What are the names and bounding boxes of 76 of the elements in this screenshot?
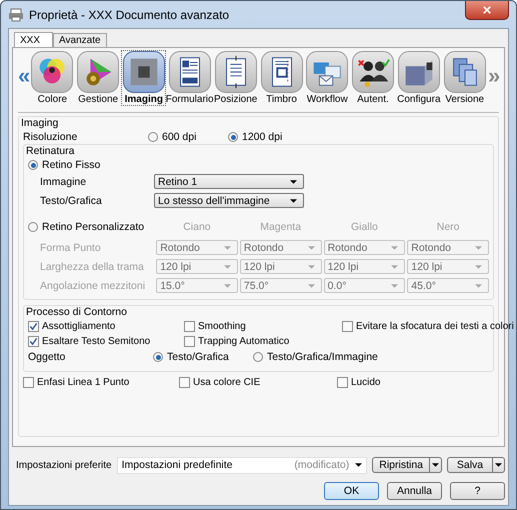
- radio-button[interactable]: [28, 160, 38, 170]
- checkbox[interactable]: [23, 377, 34, 388]
- caret-icon: [224, 284, 231, 288]
- checkbox[interactable]: [342, 321, 353, 332]
- checkbox-label: Trapping Automatico: [198, 336, 290, 347]
- dropdown-arrow-button[interactable]: [430, 457, 442, 473]
- scroll-left-button[interactable]: «: [18, 66, 29, 86]
- dialog-button[interactable]: ?: [450, 482, 505, 500]
- checkbox-label: Lucido: [351, 377, 380, 388]
- checkbox-label: Esaltare Testo Semitono: [42, 336, 150, 347]
- tab[interactable]: XXX: [14, 32, 54, 47]
- split-button[interactable]: Salva: [447, 457, 493, 473]
- checkbox[interactable]: [28, 321, 39, 332]
- checkbox[interactable]: [184, 321, 195, 332]
- caret-icon: [308, 264, 315, 268]
- caret-icon: [391, 264, 398, 268]
- caret-icon: [355, 463, 362, 467]
- toolbar-button[interactable]: Imaging: [121, 50, 166, 106]
- field-label: Testo/Grafica: [40, 194, 103, 206]
- caret-icon: [224, 264, 231, 268]
- column-header: Nero: [436, 221, 460, 233]
- group-title: Processo di Contorno: [26, 306, 128, 319]
- checkbox[interactable]: [337, 377, 348, 388]
- option-label: Testo/Grafica: [167, 351, 229, 363]
- dropdown[interactable]: Retino 1: [154, 174, 304, 189]
- checkbox[interactable]: [28, 336, 39, 347]
- field-label: Angolazione mezzitoni: [40, 280, 146, 292]
- caret-icon: [432, 463, 439, 467]
- option-label: 600 dpi: [162, 131, 196, 143]
- field-label: Forma Punto: [40, 242, 101, 254]
- caret-icon: [224, 246, 231, 250]
- caret-icon: [391, 246, 398, 250]
- checkbox-label: Assottigliamento: [42, 321, 116, 332]
- favorites-dropdown[interactable]: Impostazioni predefinite (modificato): [116, 456, 368, 474]
- close-button[interactable]: ×: [465, 1, 509, 20]
- dropdown-arrow-button[interactable]: [493, 457, 505, 473]
- field-label: Impostazioni preferite: [16, 460, 112, 470]
- group-title: Imaging: [21, 117, 60, 130]
- caret-icon: [475, 284, 482, 288]
- field-label: Oggetto: [28, 351, 66, 363]
- checkbox-label: Usa colore CIE: [193, 377, 260, 388]
- caret-icon: [475, 246, 482, 250]
- checkbox-label: Evitare la sfocatura dei testi a colori: [356, 321, 514, 332]
- checkbox-label: Enfasi Linea 1 Punto: [37, 377, 130, 388]
- caret-icon: [308, 246, 315, 250]
- field-label: Larghezza della trama: [40, 260, 144, 272]
- radio-button[interactable]: [228, 132, 238, 142]
- checkbox[interactable]: [179, 377, 190, 388]
- radio-button[interactable]: [148, 132, 158, 142]
- option-label: Retino Fisso: [42, 159, 100, 171]
- caret-icon: [495, 463, 502, 467]
- dialog-button[interactable]: OK: [324, 482, 379, 500]
- group-title: Retinatura: [26, 145, 76, 158]
- radio-button[interactable]: [153, 352, 163, 362]
- option-label: Testo/Grafica/Immagine: [267, 351, 378, 363]
- option-label: 1200 dpi: [242, 131, 282, 143]
- column-header: Giallo: [350, 221, 379, 233]
- dialog-button[interactable]: Annulla: [387, 482, 442, 500]
- tab[interactable]: Avanzate: [53, 33, 107, 47]
- checkbox[interactable]: [184, 336, 195, 347]
- dropdown[interactable]: Lo stesso dell'immagine: [154, 193, 304, 208]
- caret-icon: [290, 198, 297, 202]
- split-button[interactable]: Ripristina: [372, 457, 430, 473]
- radio-button[interactable]: [253, 352, 263, 362]
- caret-icon: [391, 284, 398, 288]
- caret-icon: [290, 180, 297, 184]
- checkbox-label: Smoothing: [198, 321, 246, 332]
- caret-icon: [475, 264, 482, 268]
- caret-icon: [308, 284, 315, 288]
- field-label: Risoluzione: [23, 131, 78, 143]
- option-label: Retino Personalizzato: [42, 221, 144, 233]
- printer-icon: [8, 8, 24, 22]
- column-header: Magenta: [259, 221, 302, 233]
- column-header: Ciano: [182, 221, 212, 233]
- window-title: Proprietà - XXX Documento avanzato: [29, 8, 230, 22]
- field-label: Immagine: [40, 176, 88, 188]
